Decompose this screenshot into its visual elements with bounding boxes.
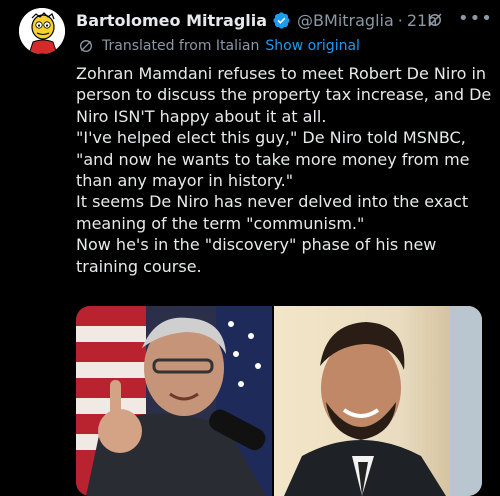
tweet-line: Now he's in the "discovery" phase of his… [76, 235, 437, 255]
tweet-line: It seems De Niro has never delved into t… [76, 192, 469, 212]
verified-badge-icon [273, 11, 290, 29]
tweet-line: person to discuss the property tax incre… [76, 85, 492, 105]
tweet-header: Bartolomeo Mitraglia @BMitraglia · 21h [76, 9, 437, 31]
separator-dot: · [397, 10, 403, 30]
right-photo [274, 306, 482, 496]
show-original-link[interactable]: Show original [265, 38, 360, 54]
grok-icon[interactable] [426, 11, 444, 29]
tweet-line: Niro ISN'T happy about it at all. [76, 106, 327, 126]
tweet-text: Zohran Mamdani refuses to meet Robert De… [76, 63, 492, 277]
translation-label: Translated from Italian [102, 38, 260, 54]
display-name[interactable]: Bartolomeo Mitraglia [76, 11, 267, 30]
tweet-line: "and now he wants to take more money fro… [76, 149, 470, 169]
translate-icon [80, 40, 92, 52]
tweet-media[interactable] [76, 306, 482, 496]
tweet-line: "I've helped elect this guy," De Niro to… [76, 128, 466, 148]
cartoon-avatar-icon [19, 8, 65, 54]
tweet-line: than any mayor in history." [76, 171, 294, 191]
more-options-icon[interactable]: ••• [458, 8, 493, 29]
avatar[interactable] [19, 8, 65, 54]
translation-notice: Translated from Italian Show original [78, 38, 360, 54]
tweet-line: meaning of the term "communism." [76, 213, 365, 233]
tweet-line: Zohran Mamdani refuses to meet Robert De… [76, 64, 487, 83]
tweet-line: training course. [76, 256, 202, 276]
user-handle[interactable]: @BMitraglia [297, 11, 394, 30]
media-photo-collage [76, 306, 482, 496]
left-photo [76, 306, 273, 496]
